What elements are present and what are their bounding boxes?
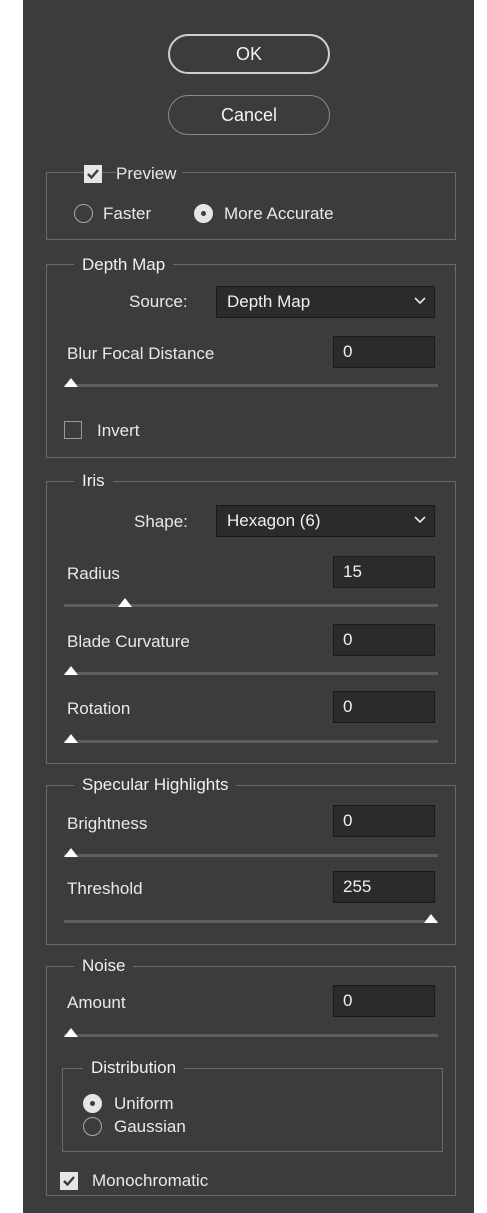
radio-gaussian-label: Gaussian (114, 1117, 186, 1136)
radius-field[interactable]: 15 (333, 556, 435, 588)
chevron-down-icon (414, 297, 426, 305)
rotation-slider[interactable] (64, 740, 438, 743)
radio-more-accurate-label: More Accurate (224, 204, 334, 223)
radio-uniform-label: Uniform (114, 1094, 174, 1113)
brightness-field[interactable]: 0 (333, 805, 435, 837)
source-value: Depth Map (227, 292, 311, 311)
blur-focal-distance-thumb[interactable] (64, 378, 78, 387)
brightness-thumb[interactable] (64, 848, 78, 857)
noise-title: Noise (74, 956, 134, 976)
distribution-title: Distribution (83, 1058, 185, 1078)
cancel-button[interactable]: Cancel (168, 95, 330, 135)
radio-more-accurate[interactable] (194, 204, 213, 223)
amount-slider[interactable] (64, 1034, 438, 1037)
specular-title: Specular Highlights (74, 775, 237, 795)
threshold-field[interactable]: 255 (333, 871, 435, 903)
ok-button[interactable]: OK (168, 34, 330, 74)
brightness-label: Brightness (67, 814, 148, 833)
source-dropdown[interactable]: Depth Map (216, 286, 435, 318)
depth-map-title: Depth Map (74, 255, 174, 275)
rotation-thumb[interactable] (64, 734, 78, 743)
blur-focal-distance-slider[interactable] (64, 384, 438, 387)
radius-label: Radius (67, 564, 120, 583)
invert-label: Invert (97, 421, 140, 440)
invert-checkbox[interactable] (64, 421, 82, 439)
amount-label: Amount (67, 993, 126, 1012)
preview-checkbox[interactable] (84, 165, 102, 183)
threshold-label: Threshold (67, 879, 143, 898)
radius-thumb[interactable] (118, 598, 132, 607)
iris-title: Iris (74, 471, 113, 491)
rotation-field[interactable]: 0 (333, 691, 435, 723)
blade-curvature-slider[interactable] (64, 672, 438, 675)
threshold-slider[interactable] (64, 920, 438, 923)
shape-value: Hexagon (6) (227, 511, 321, 530)
preview-label: Preview (116, 164, 183, 184)
check-icon (87, 169, 99, 180)
threshold-thumb[interactable] (424, 914, 438, 923)
shape-label: Shape: (134, 512, 188, 531)
source-label: Source: (129, 292, 188, 311)
blur-focal-distance-field[interactable]: 0 (333, 336, 435, 368)
blur-focal-distance-label: Blur Focal Distance (67, 344, 215, 363)
lens-blur-panel: OK Cancel Preview Faster More Accurate D… (23, 0, 474, 1213)
blade-curvature-field[interactable]: 0 (333, 624, 435, 656)
amount-thumb[interactable] (64, 1028, 78, 1037)
brightness-slider[interactable] (64, 854, 438, 857)
monochromatic-label: Monochromatic (92, 1171, 209, 1190)
radio-faster-label: Faster (103, 204, 152, 223)
chevron-down-icon (414, 516, 426, 524)
radio-faster[interactable] (74, 204, 93, 223)
check-icon (63, 1176, 75, 1187)
window-edge (474, 0, 487, 1213)
blade-curvature-label: Blade Curvature (67, 632, 190, 651)
amount-field[interactable]: 0 (333, 985, 435, 1017)
monochromatic-checkbox[interactable] (60, 1172, 78, 1190)
rotation-label: Rotation (67, 699, 131, 718)
shape-dropdown[interactable]: Hexagon (6) (216, 505, 435, 537)
radio-gaussian[interactable] (83, 1117, 102, 1136)
blade-curvature-thumb[interactable] (64, 666, 78, 675)
radio-uniform[interactable] (83, 1094, 102, 1113)
